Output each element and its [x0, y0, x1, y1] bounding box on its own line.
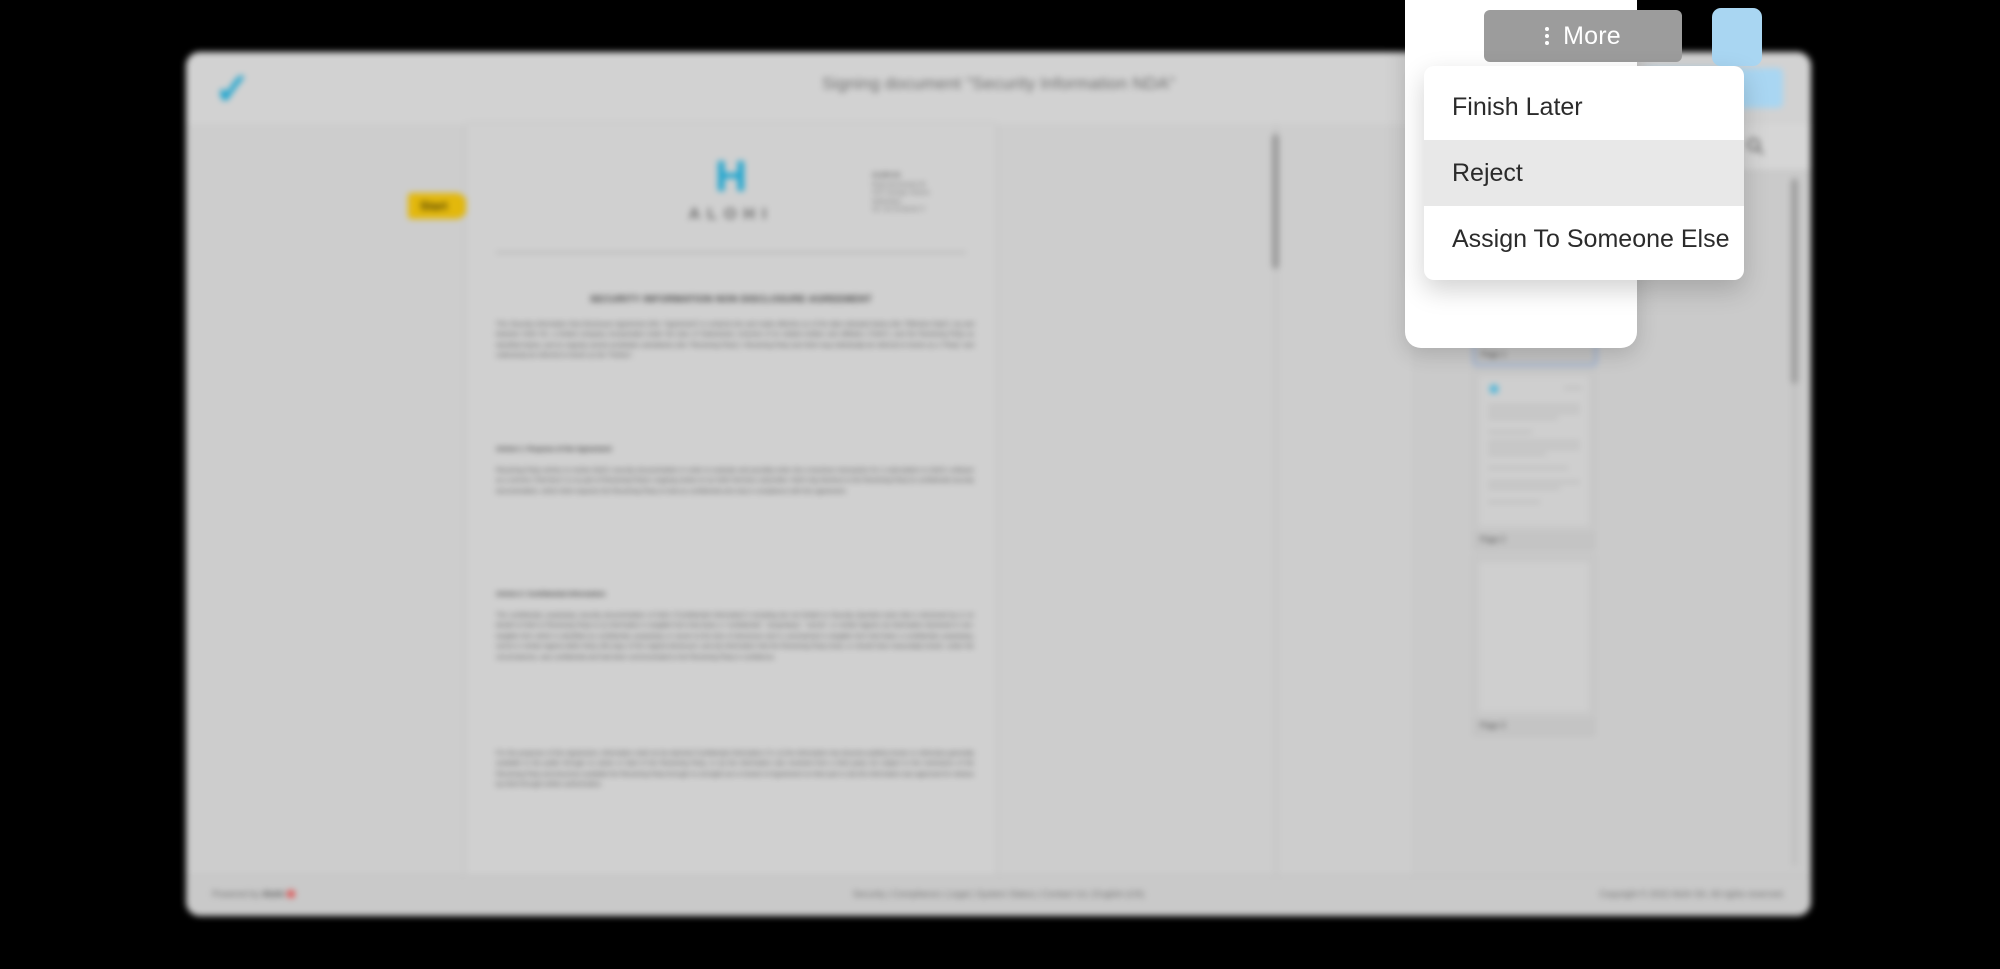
document-paragraph-4: For the purposes of this Agreement, info… — [496, 750, 974, 789]
app-footer: Powered by Alohi Security | Compliance |… — [186, 875, 1811, 916]
document-title: SECURITY INFORMATION NON DISCLOSURE AGRE… — [590, 294, 872, 305]
address-company: ALOHI SA — [872, 173, 901, 179]
document-viewer: Start H ALOHI ALOHI SA Route des Acacias… — [186, 124, 1415, 876]
document-logo-name: ALOHI — [688, 206, 774, 223]
primary-action-button[interactable] — [1712, 8, 1762, 66]
document-page-1: H ALOHI ALOHI SA Route des Acacias 45 12… — [466, 124, 996, 876]
document-logo-icon: H — [715, 152, 747, 201]
menu-item-finish-later[interactable]: Finish Later — [1424, 74, 1744, 140]
thumbnail-page-2[interactable]: Page 2 — [1473, 370, 1595, 550]
thumbnail-scrollbar-thumb[interactable] — [1791, 179, 1798, 384]
thumbnail-preview — [1480, 563, 1588, 711]
viewer-scrollbar-thumb[interactable] — [1272, 134, 1279, 269]
thumbnail-page-3[interactable]: Page 3 — [1473, 556, 1595, 736]
document-heading-2: Article 2: Confidential Information — [496, 591, 606, 598]
footer-links[interactable]: Security | Compliance | Legal | System S… — [186, 889, 1811, 899]
thumbnail-label: Page 2 — [1474, 531, 1594, 549]
document-heading-1: Article 1: Purpose of the Agreement — [496, 446, 612, 453]
address-lines: Route des Acacias 45 1227 Carouge, Genev… — [872, 181, 930, 214]
more-button-label: More — [1563, 21, 1621, 50]
menu-item-assign-to-someone-else[interactable]: Assign To Someone Else — [1424, 206, 1744, 272]
screen: ✓ Signing document "Security Information… — [0, 0, 2000, 969]
document-paragraph-3: The confidential, proprietary security d… — [496, 612, 974, 661]
vertical-dots-icon — [1545, 27, 1550, 45]
magnifier-icon[interactable] — [1745, 136, 1765, 156]
more-button[interactable]: More — [1484, 10, 1682, 62]
more-dropdown-menu[interactable]: Finish Later Reject Assign To Someone El… — [1424, 66, 1744, 280]
start-tag[interactable]: Start — [408, 193, 477, 219]
document-divider — [496, 252, 966, 253]
document-paragraph-2: Receiving Party wishes to review Alohi's… — [496, 467, 974, 495]
menu-item-reject[interactable]: Reject — [1424, 140, 1744, 206]
copyright-text: Copyright © 2022 Alohi SA. All rights re… — [1599, 889, 1785, 899]
document-address-block: ALOHI SA Route des Acacias 45 1227 Carou… — [872, 172, 982, 215]
document-paragraph-1: This Security Information Non-Disclosure… — [496, 321, 974, 360]
thumbnail-preview — [1480, 377, 1588, 525]
thumbnail-label: Page 3 — [1474, 717, 1594, 735]
thumbnail-label: Page 1 — [1475, 346, 1595, 364]
